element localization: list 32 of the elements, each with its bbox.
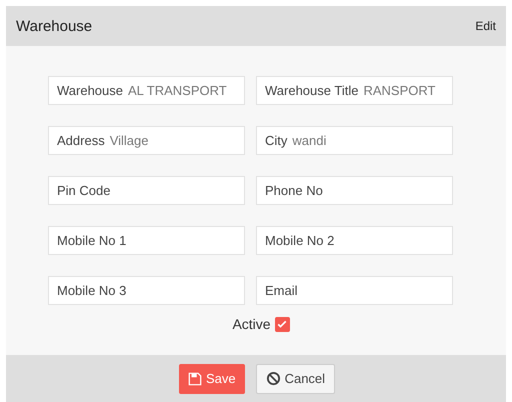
field-value: RANSPORT <box>363 83 436 98</box>
input-field[interactable]: Phone No <box>256 176 453 205</box>
input-field[interactable]: Mobile No 3 <box>48 276 245 305</box>
active-label: Active <box>232 316 271 332</box>
field-label: City <box>265 133 288 148</box>
field-value: AL TRANSPORT <box>128 83 227 98</box>
input-field[interactable]: Warehouse AL TRANSPORT <box>48 76 245 105</box>
field-value: Village <box>110 133 148 148</box>
panel-title: Warehouse <box>16 18 92 34</box>
field-label: Mobile No 1 <box>57 233 126 248</box>
field-label: Warehouse <box>57 83 123 98</box>
check-icon <box>276 318 288 330</box>
cancel-icon <box>266 371 281 386</box>
field-label: Warehouse Title <box>265 83 358 98</box>
field-label: Address <box>57 133 105 148</box>
active-checkbox[interactable] <box>274 316 290 332</box>
input-field[interactable]: Pin Code <box>48 176 245 205</box>
input-field[interactable]: Address Village <box>48 126 245 155</box>
input-field[interactable]: City wandi <box>256 126 453 155</box>
field-label: Email <box>265 283 298 298</box>
floppy-icon <box>188 372 202 386</box>
input-field[interactable]: Email <box>256 276 453 305</box>
input-field[interactable]: Mobile No 2 <box>256 226 453 255</box>
field-label: Mobile No 3 <box>57 283 126 298</box>
field-label: Mobile No 2 <box>265 233 334 248</box>
field-label: Pin Code <box>57 183 110 198</box>
field-label: Phone No <box>265 183 323 198</box>
field-value: wandi <box>292 133 326 148</box>
cancel-button[interactable]: Cancel <box>256 364 336 394</box>
input-field[interactable]: Warehouse Title RANSPORT <box>256 76 453 105</box>
edit-link[interactable]: Edit <box>475 19 496 33</box>
input-field[interactable]: Mobile No 1 <box>48 226 245 255</box>
